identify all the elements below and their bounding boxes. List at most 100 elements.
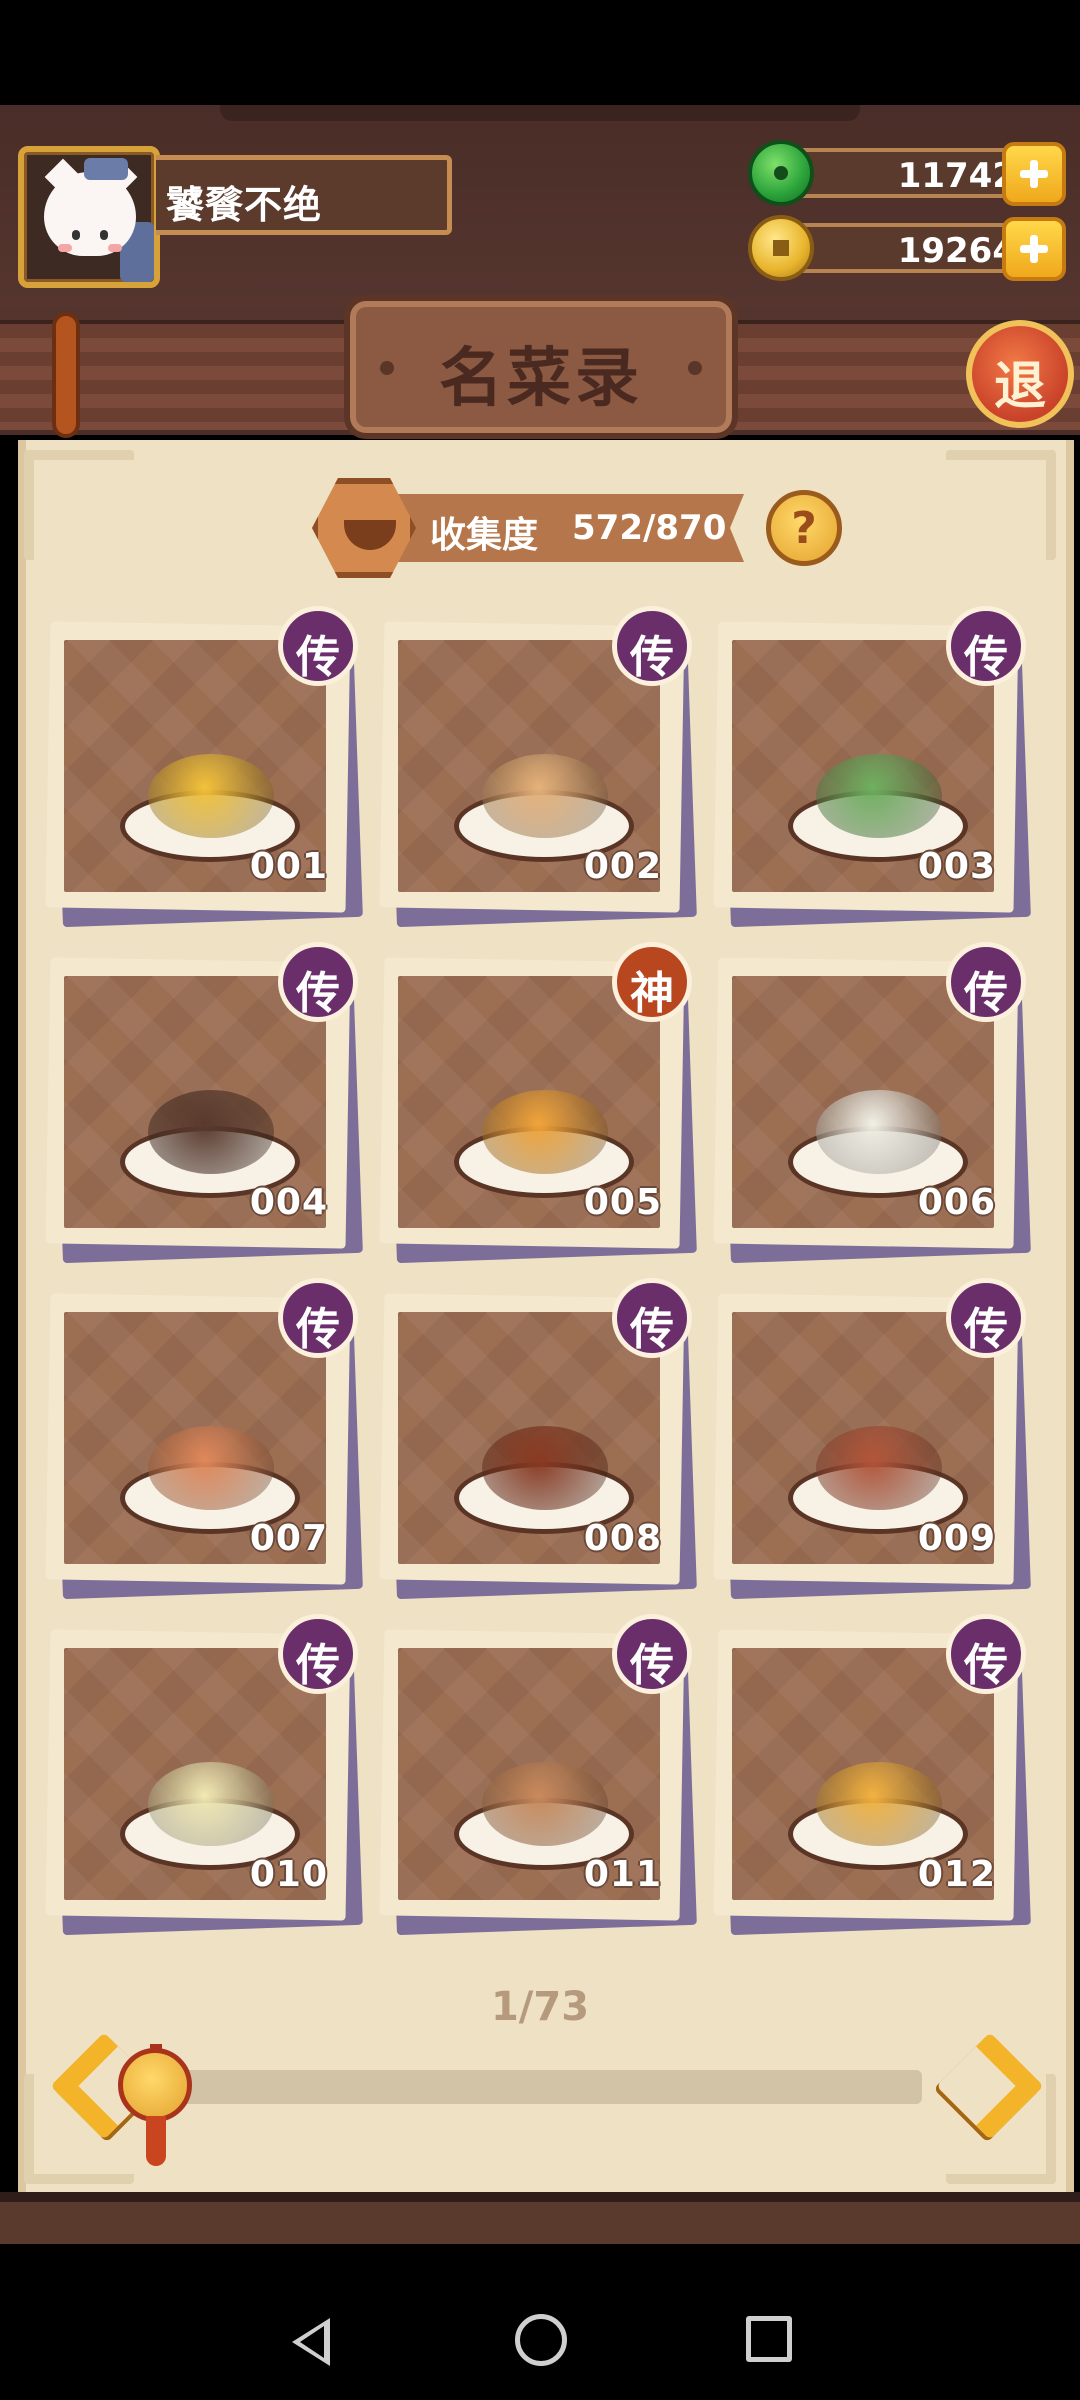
gold-bar: 19264 [784, 223, 1034, 273]
help-icon: ? [791, 503, 817, 554]
exit-button[interactable]: 退 [966, 320, 1074, 428]
home-icon[interactable] [515, 2314, 567, 2366]
dish-card-008[interactable]: 008 传 [379, 1278, 697, 1600]
dish-image [816, 754, 942, 838]
rarity-label: 传 [630, 1640, 674, 1691]
page-indicator: 1/73 [490, 1984, 590, 2030]
panel-corner [946, 450, 1056, 560]
rarity-badge: 传 [612, 1614, 692, 1694]
rarity-label: 传 [296, 968, 340, 1019]
title-plate: 名菜录 [344, 295, 738, 439]
dish-number: 012 [917, 1854, 996, 1895]
dish-image [482, 1762, 608, 1846]
gold-coin-icon [748, 215, 814, 281]
status-bar [0, 0, 1080, 105]
dish-image [148, 1426, 274, 1510]
page-title: 名菜录 [439, 342, 643, 416]
dish-number: 005 [583, 1182, 662, 1223]
chevron-right-icon[interactable] [956, 2030, 1036, 2140]
rarity-label: 传 [296, 1304, 340, 1355]
dish-number: 008 [583, 1518, 662, 1559]
dish-image [148, 1090, 274, 1174]
page-slider-track[interactable] [172, 2070, 922, 2104]
dish-card-009[interactable]: 009 传 [713, 1278, 1031, 1600]
dish-card-006[interactable]: 006 传 [713, 942, 1031, 1264]
dish-image [482, 1090, 608, 1174]
rarity-badge: 传 [278, 1614, 358, 1694]
page-slider-handle[interactable] [118, 2048, 192, 2122]
dish-image [148, 754, 274, 838]
dish-number: 003 [917, 846, 996, 887]
avatar-face [44, 172, 136, 256]
dish-image [482, 1426, 608, 1510]
dish-number: 010 [249, 1854, 328, 1895]
jade-coin-icon [748, 140, 814, 206]
chevron-left-icon[interactable] [36, 2030, 116, 2140]
dish-card-004[interactable]: 004 传 [45, 942, 363, 1264]
collection-value: 572/870 [572, 508, 727, 548]
recent-apps-icon[interactable] [746, 2316, 792, 2362]
rarity-badge: 传 [946, 1614, 1026, 1694]
rarity-badge: 传 [612, 606, 692, 686]
collection-progress: 收集度 572/870 [312, 478, 752, 578]
add-gold-button[interactable] [1002, 217, 1066, 281]
rarity-label: 传 [964, 968, 1008, 1019]
bowl-icon [312, 478, 416, 578]
dish-card-007[interactable]: 007 传 [45, 1278, 363, 1600]
dish-image [148, 1762, 274, 1846]
dish-image [816, 1090, 942, 1174]
jade-bar: 11742 [784, 148, 1034, 198]
avatar-eye [100, 230, 108, 240]
jade-currency: 11742 [748, 140, 1068, 206]
dish-card-011[interactable]: 011 传 [379, 1614, 697, 1936]
dish-card-005[interactable]: 005 神 [379, 942, 697, 1264]
dish-card-010[interactable]: 010 传 [45, 1614, 363, 1936]
dish-image [482, 754, 608, 838]
jade-amount: 11742 [897, 156, 1016, 196]
rarity-badge: 传 [612, 1278, 692, 1358]
dish-card-012[interactable]: 012 传 [713, 1614, 1031, 1936]
back-icon[interactable] [286, 2314, 336, 2368]
rarity-label: 神 [630, 968, 674, 1019]
rarity-badge: 神 [612, 942, 692, 1022]
dish-card-002[interactable]: 002 传 [379, 606, 697, 928]
dish-number: 006 [917, 1182, 996, 1223]
avatar-blush [58, 244, 72, 252]
avatar-hat [84, 158, 128, 180]
avatar-blush [108, 244, 122, 252]
player-name-plate[interactable]: 饕餮不绝 [156, 155, 452, 235]
rarity-label: 传 [630, 632, 674, 683]
rarity-label: 传 [630, 1304, 674, 1355]
avatar-eye [72, 230, 80, 240]
panel-bottom-edge [0, 2192, 1080, 2244]
collection-label: 收集度 [430, 515, 539, 556]
rarity-badge: 传 [278, 1278, 358, 1358]
dish-card-003[interactable]: 003 传 [713, 606, 1031, 928]
rarity-label: 传 [296, 1640, 340, 1691]
panel-corner [24, 450, 134, 560]
dish-image [816, 1762, 942, 1846]
rarity-badge: 传 [946, 942, 1026, 1022]
header-edge [220, 105, 860, 121]
slider-tassel [146, 2116, 166, 2166]
side-handle [52, 312, 80, 438]
help-button[interactable]: ? [766, 490, 842, 566]
dish-card-001[interactable]: 001 传 [45, 606, 363, 928]
add-jade-button[interactable] [1002, 142, 1066, 206]
rarity-badge: 传 [278, 606, 358, 686]
dish-number: 009 [917, 1518, 996, 1559]
gold-currency: 19264 [748, 215, 1068, 281]
rarity-label: 传 [964, 1640, 1008, 1691]
player-name: 饕餮不绝 [166, 183, 323, 227]
avatar[interactable] [18, 146, 160, 288]
dish-number: 011 [583, 1854, 662, 1895]
dish-number: 004 [249, 1182, 328, 1223]
rarity-badge: 传 [278, 942, 358, 1022]
dish-number: 007 [249, 1518, 328, 1559]
bowl-shape [344, 520, 396, 550]
exit-label: 退 [993, 357, 1046, 417]
rarity-badge: 传 [946, 606, 1026, 686]
rarity-label: 传 [964, 632, 1008, 683]
gold-amount: 19264 [897, 231, 1016, 271]
rarity-badge: 传 [946, 1278, 1026, 1358]
